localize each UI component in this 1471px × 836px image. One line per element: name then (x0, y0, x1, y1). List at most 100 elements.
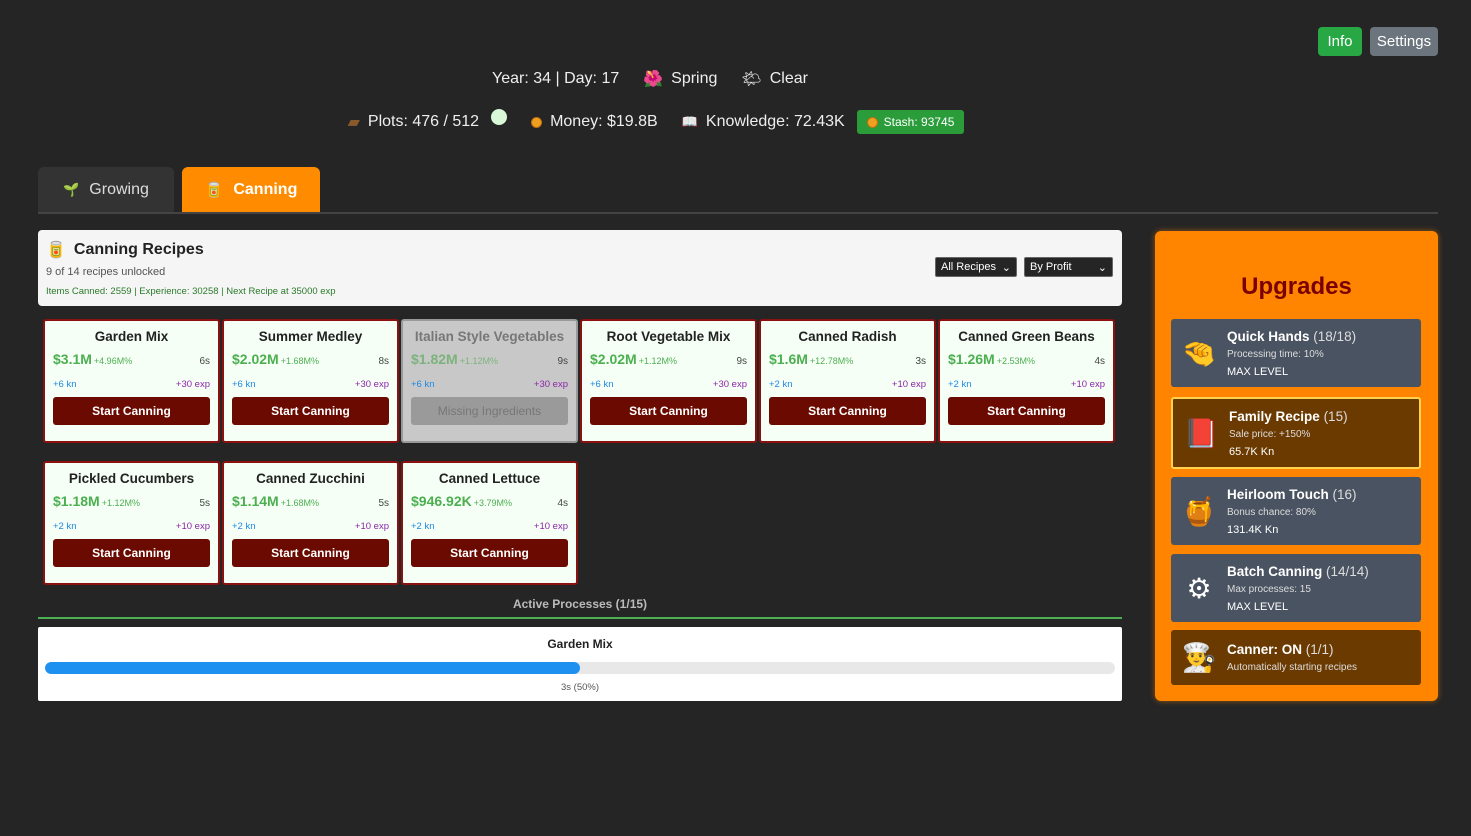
recipe-name: Canned Green Beans (958, 329, 1095, 344)
plots-text: Plots: 476 / 512 (367, 113, 480, 130)
plot-indicator-icon (491, 109, 508, 125)
recipe-price: $946.92K (411, 493, 472, 509)
upgrade-name: Canner: ON (1227, 642, 1303, 657)
jar-icon: 🥫 (204, 181, 224, 199)
start-canning-button[interactable]: Start Canning (411, 539, 568, 567)
chevron-down-icon: ⌄ (1001, 261, 1011, 274)
upgrade-desc: Max processes: 15 (1227, 583, 1311, 595)
recipe-price-change: +2.53M% (996, 356, 1035, 366)
recipe-knowledge: +6 kn (590, 379, 614, 390)
recipe-knowledge: +2 kn (53, 521, 77, 532)
coin-icon (866, 116, 878, 128)
tab-canning[interactable]: 🥫 Canning (182, 167, 320, 212)
recipe-sort-select[interactable]: By Profit ⌄ (1024, 257, 1113, 277)
recipe-card: Italian Style Vegetables $1.82M +1.12M% 9s +… (401, 319, 578, 443)
season: 🌺 Spring (643, 69, 717, 89)
settings-button[interactable]: Settings (1370, 27, 1438, 56)
active-processes-label: Active Processes (1/15) (512, 597, 648, 611)
recipe-name: Canned Radish (798, 329, 897, 344)
book-icon: 📖 (681, 114, 698, 129)
recipe-price: $1.14M (232, 493, 279, 509)
recipe-card: Canned Lettuce $946.92K +3.79M% 4s +2 kn +10 … (401, 461, 578, 585)
recipe-price: $1.18M (53, 493, 100, 509)
stash-button[interactable]: Stash: 93745 (856, 110, 965, 134)
recipe-time: 5s (199, 498, 210, 509)
upgrade-desc: Processing time: 10% (1227, 348, 1324, 360)
recipe-price-change: +1.12M% (459, 356, 498, 366)
upgrade-canner-toggle[interactable]: 👨‍🍳 Canner: ON (1/1) Automatically start… (1171, 630, 1421, 685)
upgrade-level: (18/18) (1313, 328, 1357, 344)
recipe-price: $3.1M (53, 351, 92, 367)
upgrade-quick-hands[interactable]: 🤏 Quick Hands (18/18) Processing time: 1… (1171, 319, 1421, 387)
recipe-price: $2.02M (590, 351, 637, 367)
recipe-price-change: +1.12M% (638, 356, 677, 366)
recipe-book-icon: 📕 (1183, 417, 1219, 449)
upgrade-name: Heirloom Touch (1227, 486, 1329, 502)
recipe-price: $1.82M (411, 351, 458, 367)
title-text: Canning Recipes (73, 241, 204, 258)
upgrade-name: Batch Canning (1227, 563, 1323, 579)
info-button[interactable]: Info (1318, 27, 1362, 56)
upgrade-desc: Bonus chance: 80% (1227, 506, 1316, 518)
recipe-price-change: +1.68M% (280, 498, 319, 508)
tab-label: Growing (89, 180, 149, 198)
recipe-name: Pickled Cucumbers (68, 471, 195, 486)
recipe-time: 5s (378, 498, 389, 509)
recipe-price: $2.02M (232, 351, 279, 367)
upgrade-level: (16) (1332, 486, 1357, 502)
year-day: Year: 34 | Day: 17 (492, 70, 619, 88)
active-process: Garden Mix 3s (50%) (38, 627, 1122, 701)
recipe-card: Canned Radish $1.6M +12.78M% 3s +2 kn +10 exp… (759, 319, 936, 443)
start-canning-button[interactable]: Start Canning (232, 539, 389, 567)
jars-icon: 🍯 (1181, 495, 1217, 527)
progress-fill (45, 662, 580, 674)
recipe-card: Garden Mix $3.1M +4.96M% 6s +6 kn +30 exp Star… (43, 319, 220, 443)
tab-growing[interactable]: 🌱 Growing (38, 167, 174, 212)
recipe-knowledge: +6 kn (232, 379, 256, 390)
recipe-card: Canned Zucchini $1.14M +1.68M% 5s +2 kn +10 e… (222, 461, 399, 585)
main-tabs: 🌱 Growing 🥫 Canning (38, 167, 1438, 214)
recipe-exp: +30 exp (712, 379, 747, 390)
recipe-time: 4s (1094, 356, 1105, 367)
recipe-price-change: +4.96M% (93, 356, 133, 366)
start-canning-button[interactable]: Start Canning (948, 397, 1105, 425)
recipe-exp: +30 exp (354, 379, 389, 390)
recipe-knowledge: +6 kn (53, 379, 77, 390)
missing-ingredients-button[interactable]: Missing Ingredients (411, 397, 568, 425)
upgrade-level: (14/14) (1326, 563, 1369, 579)
upgrade-cost: MAX LEVEL (1227, 600, 1289, 613)
process-name: Garden Mix (547, 637, 613, 651)
soil-icon: ▰ (347, 114, 360, 131)
recipe-price-change: +3.79M% (473, 498, 512, 508)
date-weather-bar: Year: 34 | Day: 17 🌺 Spring 🌤 Clear (0, 64, 1300, 94)
chevron-down-icon: ⌄ (1097, 261, 1107, 274)
knowledge-text: Knowledge: 72.43K (705, 113, 845, 130)
start-canning-button[interactable]: Start Canning (53, 539, 210, 567)
start-canning-button[interactable]: Start Canning (232, 397, 389, 425)
upgrade-batch-canning[interactable]: ⚙ Batch Canning (14/14) Max processes: 1… (1171, 554, 1421, 622)
canning-recipes-header: 🥫 Canning Recipes 9 of 14 recipes unlocke… (38, 230, 1122, 306)
recipe-filter-select[interactable]: All Recipes ⌄ (935, 257, 1017, 277)
upgrade-desc: Sale price: +150% (1229, 428, 1311, 440)
start-canning-button[interactable]: Start Canning (53, 397, 210, 425)
season-text: Spring (671, 70, 718, 87)
jar-icon: 🥫 (46, 242, 66, 259)
recipe-name: Italian Style Vegetables (414, 329, 565, 344)
process-time: 3s (50%) (560, 682, 599, 693)
recipe-price-change: +1.12M% (101, 498, 140, 508)
recipe-exp: +30 exp (533, 379, 568, 390)
start-canning-button[interactable]: Start Canning (769, 397, 926, 425)
upgrade-family-recipe[interactable]: 📕 Family Recipe (15) Sale price: +150% 6… (1171, 397, 1421, 469)
recipe-price-change: +1.68M% (280, 356, 319, 366)
recipe-exp: +10 exp (354, 521, 389, 532)
recipe-exp: +10 exp (1070, 379, 1105, 390)
upgrade-heirloom-touch[interactable]: 🍯 Heirloom Touch (16) Bonus chance: 80% … (1171, 477, 1421, 545)
recipe-card: Pickled Cucumbers $1.18M +1.12M% 5s +2 kn +10… (43, 461, 220, 585)
start-canning-button[interactable]: Start Canning (590, 397, 747, 425)
sprout-icon: 🌱 (63, 181, 80, 197)
chef-icon: 👨‍🍳 (1181, 642, 1217, 673)
sort-value: By Profit (1030, 261, 1072, 273)
flower-icon: 🌺 (643, 71, 664, 88)
progress-bar (45, 662, 1115, 674)
recipe-knowledge: +2 kn (232, 521, 256, 532)
